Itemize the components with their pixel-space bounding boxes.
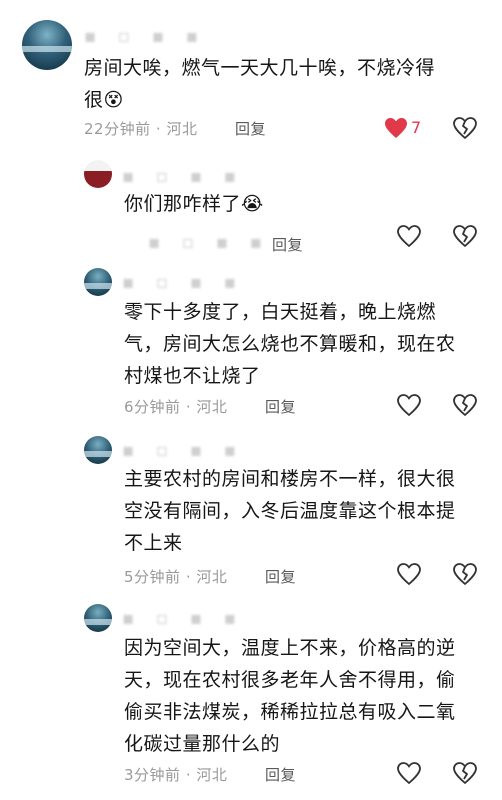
reply-button[interactable]: 回复 xyxy=(265,764,296,785)
separator: · xyxy=(185,398,192,416)
comment-text-line: 天，现在农村很多老年人舍不得用，偷 xyxy=(124,669,456,691)
separator: · xyxy=(185,766,192,784)
dislike-icon[interactable] xyxy=(453,117,477,139)
timestamp: 22分钟前 xyxy=(84,120,151,138)
timestamp: 5分钟前 xyxy=(124,568,181,586)
comment-text-line: 因为空间大，温度上不来，价格高的逆 xyxy=(124,637,456,659)
username-blurred[interactable]: ▪ ▫ ▪ ▪ xyxy=(84,26,206,47)
reply-button[interactable]: 回复 xyxy=(265,566,296,587)
dizzy-face-emoji: 😵 xyxy=(103,89,124,111)
location: 河北 xyxy=(196,766,228,784)
comment-text-line: 气，房间大怎么烧也不算暖和，现在农 xyxy=(124,333,456,355)
like-icon[interactable] xyxy=(397,762,421,784)
username-blurred[interactable]: ▪ ▫ ▪ ▪ xyxy=(122,440,244,461)
like-icon[interactable] xyxy=(397,225,421,247)
avatar[interactable] xyxy=(84,268,112,296)
separator: · xyxy=(155,120,162,138)
reply-button[interactable]: 回复 xyxy=(272,234,303,255)
comment-text-line: 很 xyxy=(84,89,104,111)
location: 河北 xyxy=(196,568,228,586)
username-blurred[interactable]: ▪ ▫ ▪ ▪ xyxy=(122,166,244,187)
like-icon[interactable] xyxy=(397,563,421,585)
comment-text-line: 房间大唉，燃气一天大几十唉，不烧冷得 xyxy=(84,57,436,79)
comment-text-line: 村煤也不让烧了 xyxy=(124,365,261,387)
separator: · xyxy=(185,568,192,586)
avatar[interactable] xyxy=(84,160,112,188)
comment-text-line: 零下十多度了，白天挺着，晚上烧燃 xyxy=(124,301,437,323)
comment-text: 主要农村的房间和楼房不一样，很大很 空没有隔间，入冬后温度靠这个根本提 不上来 xyxy=(124,463,456,559)
comment-meta: 6分钟前 · 河北 xyxy=(124,396,227,417)
dislike-icon[interactable] xyxy=(453,225,477,247)
comment-text-line: 主要农村的房间和楼房不一样，很大很 xyxy=(124,468,456,490)
comment-meta: 5分钟前 · 河北 xyxy=(124,566,227,587)
like-count: 7 xyxy=(411,118,422,137)
username-blurred[interactable]: ▪ ▫ ▪ ▪ xyxy=(122,608,244,629)
comment-text: 零下十多度了，白天挺着，晚上烧燃 气，房间大怎么烧也不算暖和，现在农 村煤也不让… xyxy=(124,296,456,392)
avatar[interactable] xyxy=(84,436,112,464)
comment-text: 房间大唉，燃气一天大几十唉，不烧冷得 很😵 xyxy=(84,52,435,116)
location: 河北 xyxy=(196,398,228,416)
username-blurred[interactable]: ▪ ▫ ▪ ▪ xyxy=(122,272,244,293)
meta-blurred: ▪ ▫ ▪ ▪ xyxy=(148,232,270,253)
reply-button[interactable]: 回复 xyxy=(265,396,296,417)
reply-button[interactable]: 回复 xyxy=(235,118,266,139)
timestamp: 6分钟前 xyxy=(124,398,181,416)
comment-meta: 3分钟前 · 河北 xyxy=(124,764,227,785)
dislike-icon[interactable] xyxy=(453,762,477,784)
dislike-icon[interactable] xyxy=(453,394,477,416)
comment-text-line: 你们那咋样了 xyxy=(124,193,242,215)
comment-text-line: 不上来 xyxy=(124,532,183,554)
avatar[interactable] xyxy=(22,20,72,70)
avatar[interactable] xyxy=(84,604,112,632)
like-icon[interactable] xyxy=(397,394,421,416)
comment-text: 你们那咋样了😭 xyxy=(124,188,264,220)
dislike-icon[interactable] xyxy=(453,563,477,585)
comment-text-line: 化碳过量那什么的 xyxy=(124,733,281,755)
crying-face-emoji: 😭 xyxy=(241,193,264,215)
comment-text-line: 空没有隔间，入冬后温度靠这个根本提 xyxy=(124,500,456,522)
timestamp: 3分钟前 xyxy=(124,766,181,784)
like-filled-icon[interactable] xyxy=(384,117,408,139)
comment-text-line: 偷买非法煤炭，稀稀拉拉总有吸入二氧 xyxy=(124,701,456,723)
comment-text: 因为空间大，温度上不来，价格高的逆 天，现在农村很多老年人舍不得用，偷 偷买非法… xyxy=(124,632,456,760)
location: 河北 xyxy=(166,120,198,138)
comment-meta: 22分钟前 · 河北 xyxy=(84,118,197,139)
